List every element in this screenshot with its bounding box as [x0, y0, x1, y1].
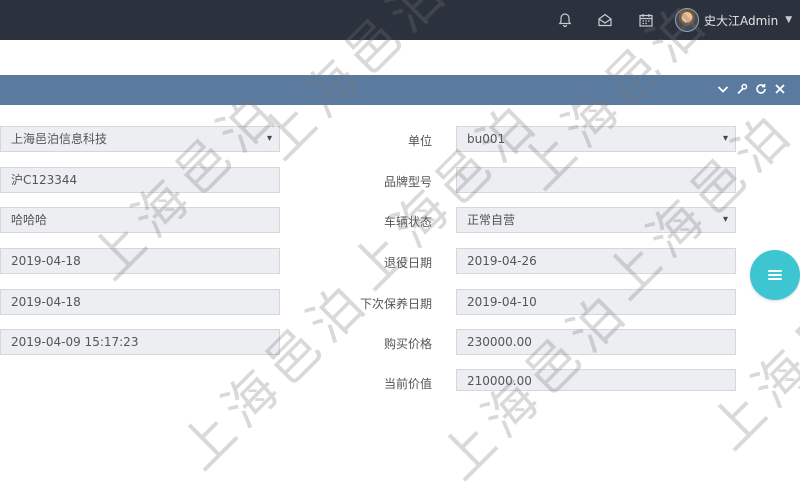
current-value-field[interactable]: 210000.00	[456, 369, 736, 391]
date-field-1[interactable]: 2019-04-18	[0, 248, 280, 274]
unit-select[interactable]: bu001	[456, 126, 736, 152]
brand-model-label: 品牌型号	[383, 175, 432, 189]
menu-fab-button[interactable]	[750, 250, 800, 300]
vehicle-status-select[interactable]: 正常自营	[456, 207, 736, 233]
top-navbar: 史大江Admin ▼	[0, 0, 800, 40]
calendar-icon[interactable]	[637, 11, 655, 29]
retire-date-label: 退役日期	[383, 256, 432, 270]
mail-icon[interactable]	[596, 11, 614, 29]
purchase-price-label: 购买价格	[383, 337, 432, 351]
panel-header	[0, 75, 800, 105]
brand-model-field[interactable]	[456, 167, 736, 193]
next-maintenance-label: 下次保养日期	[359, 297, 432, 311]
wrench-icon[interactable]	[735, 82, 748, 96]
chevron-down-icon: ▼	[785, 15, 793, 25]
user-menu[interactable]: 史大江Admin ▼	[675, 8, 792, 32]
vehicle-status-label: 车辆状态	[383, 215, 432, 229]
close-icon[interactable]	[773, 82, 786, 96]
avatar	[675, 8, 699, 32]
datetime-field[interactable]: 2019-04-09 15:17:23	[0, 329, 280, 355]
purchase-price-field[interactable]: 230000.00	[456, 329, 736, 355]
current-value-label: 当前价值	[383, 377, 432, 391]
vehicle-name-field[interactable]: 哈哈哈	[0, 207, 280, 233]
bell-icon[interactable]	[556, 11, 574, 29]
unit-label: 单位	[407, 134, 432, 148]
date-field-2[interactable]: 2019-04-18	[0, 289, 280, 315]
panel-tools	[716, 82, 786, 96]
collapse-icon[interactable]	[716, 82, 729, 96]
menu-icon	[768, 268, 782, 282]
user-name: 史大江Admin	[704, 13, 779, 28]
refresh-icon[interactable]	[754, 82, 767, 96]
retire-date-field[interactable]: 2019-04-26	[456, 248, 736, 274]
company-select[interactable]: 上海邑泊信息科技	[0, 126, 280, 152]
plate-number-field[interactable]: 沪C123344	[0, 167, 280, 193]
next-maintenance-field[interactable]: 2019-04-10	[456, 289, 736, 315]
